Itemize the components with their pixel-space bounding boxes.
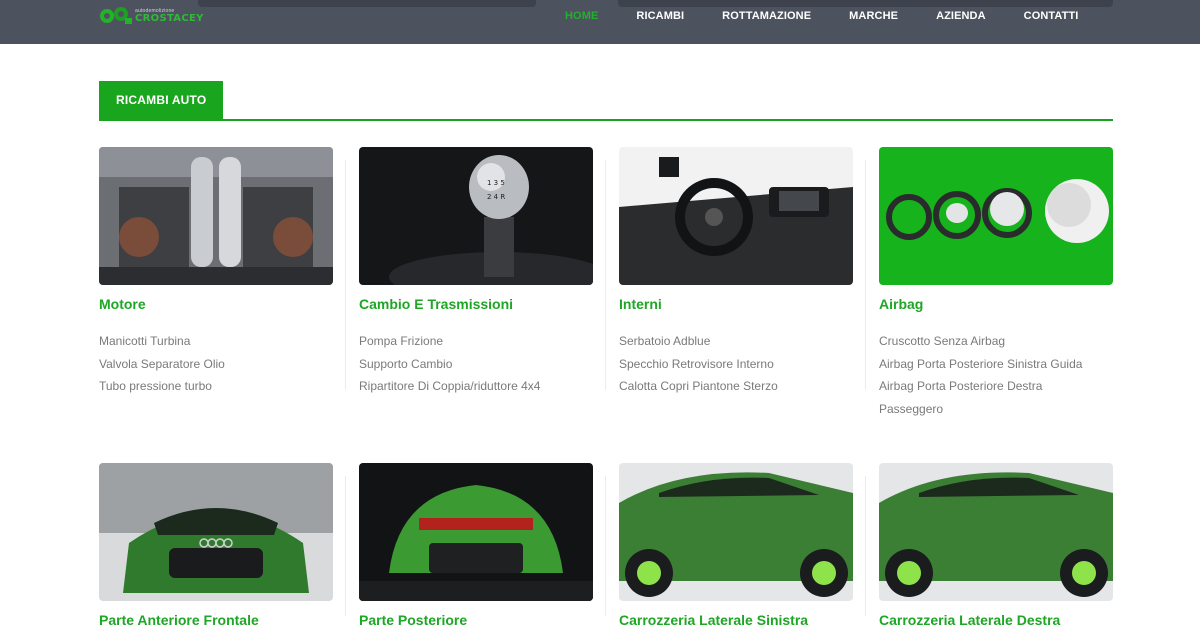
category-card-airbag: Airbag Cruscotto Senza Airbag Airbag Por… <box>879 147 1113 421</box>
column-divider <box>605 476 606 616</box>
category-title[interactable]: Motore <box>99 296 333 312</box>
car-rear-photo[interactable] <box>359 463 593 601</box>
category-link[interactable]: Tubo pressione turbo <box>99 375 333 398</box>
category-link[interactable]: Specchio Retrovisore Interno <box>619 353 853 376</box>
category-title[interactable]: Interni <box>619 296 853 312</box>
nav-marche[interactable]: MARCHE <box>849 10 898 22</box>
category-link[interactable]: Calotta Copri Piantone Sterzo <box>619 375 853 398</box>
logo-brand: CROSTACEY <box>135 12 204 24</box>
nav-rottamazione[interactable]: ROTTAMAZIONE <box>722 10 811 22</box>
nav-home[interactable]: HOME <box>565 10 598 22</box>
engine-photo[interactable] <box>99 147 333 285</box>
category-link[interactable]: Airbag Porta Posteriore Sinistra Guida <box>879 353 1113 376</box>
category-link-list: Pompa Frizione Supporto Cambio Ripartito… <box>359 330 593 398</box>
category-title[interactable]: Carrozzeria Laterale Destra <box>879 612 1113 628</box>
category-link[interactable]: Cruscotto Senza Airbag <box>879 330 1113 353</box>
column-divider <box>605 160 606 390</box>
nav-contatti[interactable]: CONTATTI <box>1024 10 1079 22</box>
car-front-photo[interactable] <box>99 463 333 601</box>
category-card-anteriore: Parte Anteriore Frontale <box>99 463 333 628</box>
column-divider <box>865 476 866 616</box>
main-nav: HOME RICAMBI ROTTAMAZIONE MARCHE AZIENDA… <box>565 10 1116 22</box>
top-nav-bar: autodemolizione CROSTACEY HOME RICAMBI R… <box>0 0 1200 44</box>
header-strip-right <box>618 0 1113 7</box>
category-title[interactable]: Parte Posteriore <box>359 612 593 628</box>
category-card-laterale-destra: Carrozzeria Laterale Destra <box>879 463 1113 628</box>
column-divider <box>345 160 346 390</box>
section-title: RICAMBI AUTO <box>99 81 224 119</box>
category-link[interactable]: Passeggero <box>879 398 1113 421</box>
nav-ricambi[interactable]: RICAMBI <box>636 10 684 22</box>
category-link-list: Manicotti Turbina Valvola Separatore Oli… <box>99 330 333 398</box>
nav-azienda[interactable]: AZIENDA <box>936 10 986 22</box>
category-card-posteriore: Parte Posteriore <box>359 463 593 628</box>
section-heading: RICAMBI AUTO <box>99 81 1113 121</box>
car-interior-photo[interactable] <box>619 147 853 285</box>
column-divider <box>345 476 346 616</box>
category-link[interactable]: Ripartitore Di Coppia/riduttore 4x4 <box>359 375 593 398</box>
logo-icon <box>99 5 133 27</box>
category-card-laterale-sinistra: Carrozzeria Laterale Sinistra <box>619 463 853 628</box>
category-link[interactable]: Pompa Frizione <box>359 330 593 353</box>
column-divider <box>865 160 866 390</box>
svg-text:2 4 R: 2 4 R <box>487 193 505 201</box>
category-link[interactable]: Supporto Cambio <box>359 353 593 376</box>
category-title[interactable]: Airbag <box>879 296 1113 312</box>
category-title[interactable]: Parte Anteriore Frontale <box>99 612 333 628</box>
category-card-motore: Motore Manicotti Turbina Valvola Separat… <box>99 147 333 398</box>
category-title[interactable]: Carrozzeria Laterale Sinistra <box>619 612 853 628</box>
category-link-list: Serbatoio Adblue Specchio Retrovisore In… <box>619 330 853 398</box>
category-link[interactable]: Valvola Separatore Olio <box>99 353 333 376</box>
category-link[interactable]: Serbatoio Adblue <box>619 330 853 353</box>
category-link-list: Cruscotto Senza Airbag Airbag Porta Post… <box>879 330 1113 421</box>
category-card-cambio: 1 3 5 2 4 R Cambio E Trasmissioni Pompa … <box>359 147 593 398</box>
car-right-side-photo[interactable] <box>879 463 1113 601</box>
car-left-side-photo[interactable] <box>619 463 853 601</box>
category-title[interactable]: Cambio E Trasmissioni <box>359 296 593 312</box>
category-card-interni: Interni Serbatoio Adblue Specchio Retrov… <box>619 147 853 398</box>
logo-wordmark: autodemolizione CROSTACEY <box>135 8 204 24</box>
airbag-photo[interactable] <box>879 147 1113 285</box>
category-link[interactable]: Manicotti Turbina <box>99 330 333 353</box>
category-link[interactable]: Airbag Porta Posteriore Destra <box>879 375 1113 398</box>
header-strip-left <box>198 0 536 7</box>
svg-text:1 3 5: 1 3 5 <box>487 179 505 187</box>
gear-shift-photo[interactable]: 1 3 5 2 4 R <box>359 147 593 285</box>
site-logo[interactable]: autodemolizione CROSTACEY <box>99 4 203 28</box>
